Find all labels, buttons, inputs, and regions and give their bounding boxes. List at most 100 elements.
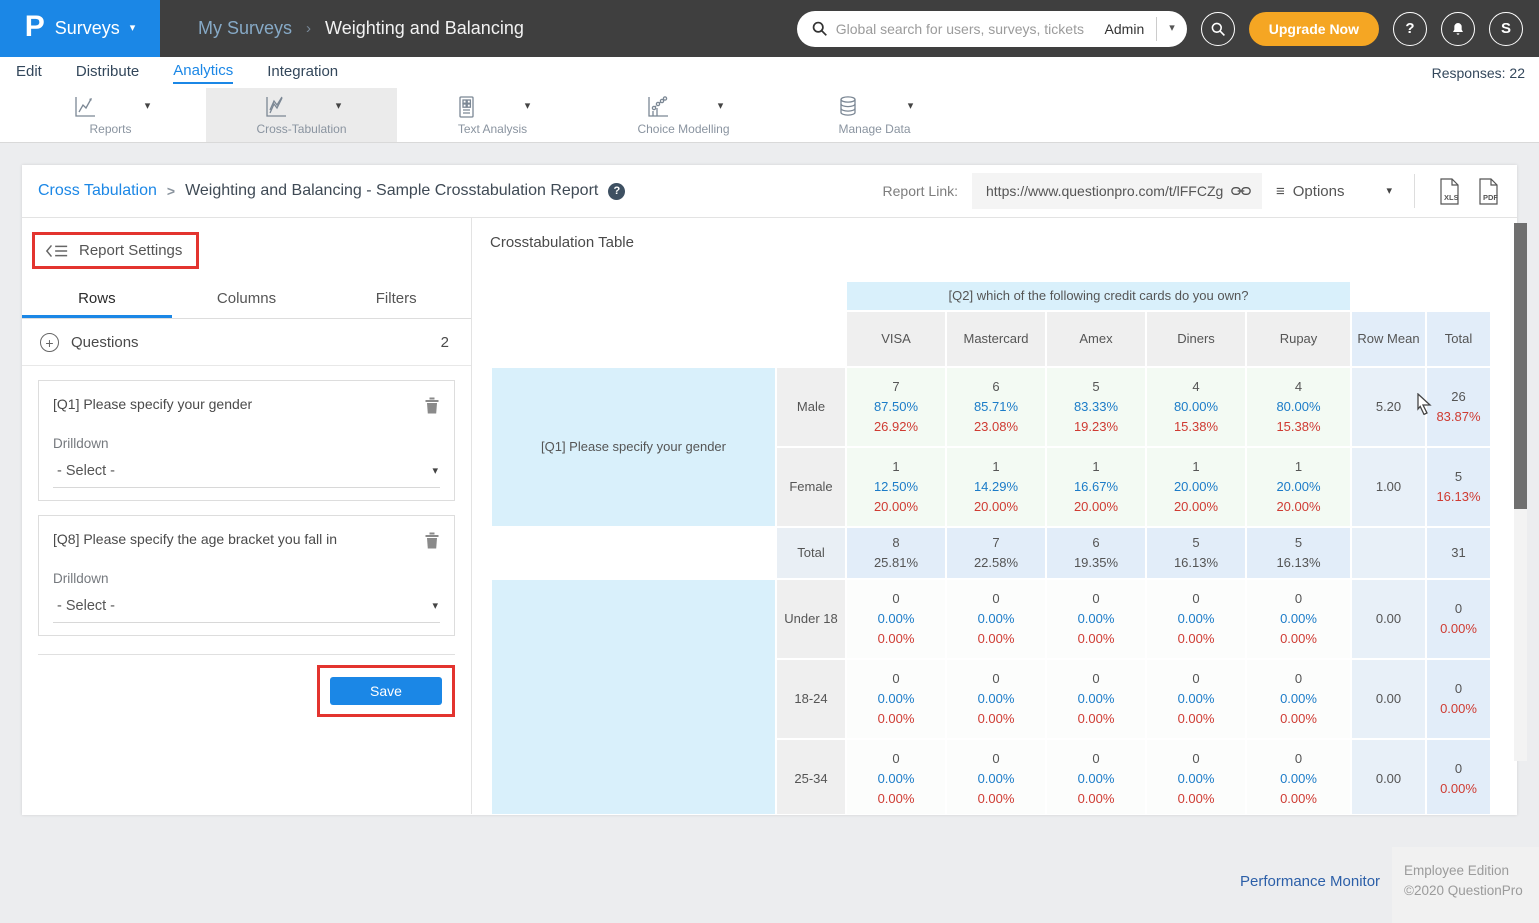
tool-cross-tabulation[interactable]: ▾ Cross-Tabulation — [206, 88, 397, 142]
nav-item-analytics[interactable]: Analytics — [173, 62, 233, 84]
drilldown-select[interactable]: - Select - ▾ — [53, 463, 440, 488]
vertical-scrollbar[interactable] — [1514, 223, 1527, 761]
account-avatar[interactable]: S — [1489, 12, 1523, 46]
cell-value: 87.50% — [847, 397, 945, 417]
tab-filters[interactable]: Filters — [321, 281, 471, 318]
nav-item-edit[interactable]: Edit — [16, 63, 42, 83]
table-cell: 120.00%20.00% — [1146, 447, 1246, 527]
divider — [1414, 174, 1415, 208]
cross-tabulation-link[interactable]: Cross Tabulation — [38, 182, 157, 200]
row-label: 18-24 — [776, 659, 846, 739]
surveys-menu-label: Surveys — [55, 18, 120, 39]
total-cell: 516.13% — [1426, 447, 1491, 527]
link-icon[interactable] — [1231, 184, 1251, 198]
chevron-down-icon[interactable]: ▾ — [336, 101, 342, 112]
export-pdf-button[interactable]: PDF — [1476, 178, 1501, 205]
cell-value: 0.00% — [1147, 629, 1245, 649]
table-cell: 00.00%0.00% — [1246, 659, 1351, 739]
cell-value: 0.00% — [847, 789, 945, 809]
report-link-field[interactable]: https://www.questionpro.com/t/lFFCZg — [972, 173, 1262, 209]
cell-value: 5 — [1047, 377, 1145, 397]
surveys-menu-button[interactable]: P Surveys ▾ — [0, 0, 160, 57]
cell-value: 0 — [1247, 749, 1350, 769]
avatar-initial: S — [1501, 20, 1511, 37]
cell-value: 0 — [947, 749, 1045, 769]
tab-rows[interactable]: Rows — [22, 281, 172, 318]
report-settings-panel: Report Settings Rows Columns Filters + Q… — [22, 218, 472, 814]
cell-value: 20.00% — [947, 497, 1045, 517]
chevron-right-icon: > — [167, 183, 175, 199]
crosstab-table: [Q2] which of the following credit cards… — [490, 280, 1492, 814]
row-label: Total — [776, 527, 846, 579]
column-question-header: [Q2] which of the following credit cards… — [846, 281, 1351, 311]
drilldown-select[interactable]: - Select - ▾ — [53, 598, 440, 623]
analytics-toolbar: ▾ Reports ▾ Cross-Tabulation ▾ Text Anal… — [0, 88, 1539, 143]
delete-question-button[interactable] — [424, 396, 440, 419]
breadcrumb-my-surveys[interactable]: My Surveys — [198, 18, 292, 39]
cell-value: 0 — [1247, 669, 1350, 689]
report-help-icon[interactable]: ? — [608, 183, 625, 200]
row-mean-header: Row Mean — [1351, 311, 1426, 367]
cell-value: 0.00% — [847, 769, 945, 789]
search-scope-label[interactable]: Admin — [1105, 21, 1145, 37]
chevron-down-icon[interactable]: ▾ — [145, 101, 151, 112]
cell-value: 0 — [947, 669, 1045, 689]
search-submit-button[interactable] — [1201, 12, 1235, 46]
chevron-down-icon[interactable]: ▾ — [908, 101, 914, 112]
cell-value: 0.00% — [847, 629, 945, 649]
cell-value: 4 — [1247, 377, 1350, 397]
global-search: Admin ▾ — [797, 11, 1187, 47]
performance-monitor-link[interactable]: Performance Monitor — [1240, 873, 1380, 890]
export-xls-button[interactable]: XLS — [1437, 178, 1462, 205]
cell-value: 0.00% — [1247, 769, 1350, 789]
table-cell: 00.00%0.00% — [1246, 739, 1351, 814]
cell-value: 0.00% — [1147, 769, 1245, 789]
cell-value: 0.00% — [947, 709, 1045, 729]
options-button[interactable]: ≡ Options — [1276, 183, 1344, 200]
cell-value: 0 — [1147, 589, 1245, 609]
edition-info: Employee Edition ©2020 QuestionPro — [1392, 847, 1539, 923]
questions-count: 2 — [441, 334, 449, 351]
tool-reports[interactable]: ▾ Reports — [15, 88, 206, 142]
settings-tabs: Rows Columns Filters — [22, 281, 471, 319]
survey-nav: Edit Distribute Analytics Integration Re… — [0, 57, 1539, 88]
tool-manage-data[interactable]: ▾ Manage Data — [779, 88, 970, 142]
options-caret-icon[interactable]: ▾ — [1386, 186, 1392, 197]
chevron-down-icon[interactable]: ▾ — [525, 101, 531, 112]
cell-value: 5 — [1427, 467, 1490, 487]
help-button[interactable]: ? — [1393, 12, 1427, 46]
table-cell: 787.50%26.92% — [846, 367, 946, 447]
tool-text-analysis[interactable]: ▾ Text Analysis — [397, 88, 588, 142]
save-highlight: Save — [317, 665, 455, 717]
xls-file-icon: XLS — [1437, 178, 1462, 205]
notifications-button[interactable] — [1441, 12, 1475, 46]
report-settings-button[interactable]: Report Settings — [35, 235, 196, 266]
add-question-icon[interactable]: + — [40, 333, 59, 352]
cell-value: 0.00% — [1047, 609, 1145, 629]
questionpro-logo-icon: P — [25, 12, 45, 42]
search-input[interactable] — [836, 21, 1097, 37]
cell-value: 80.00% — [1147, 397, 1245, 417]
nav-item-integration[interactable]: Integration — [267, 63, 338, 83]
drilldown-select-value: - Select - — [57, 463, 432, 479]
scrollbar-thumb[interactable] — [1514, 223, 1527, 509]
delete-question-button[interactable] — [424, 531, 440, 554]
search-scope-caret-icon[interactable]: ▾ — [1169, 23, 1175, 34]
tool-choice-modelling[interactable]: ▾ Choice Modelling — [588, 88, 779, 142]
column-header: Rupay — [1246, 311, 1351, 367]
chevron-down-icon[interactable]: ▾ — [718, 101, 724, 112]
cell-value: 20.00% — [1147, 477, 1245, 497]
question-card-q8: [Q8] Please specify the age bracket you … — [38, 515, 455, 636]
table-cell: 00.00%0.00% — [846, 579, 946, 659]
tool-label: Reports — [89, 122, 131, 136]
spacer-cell — [491, 311, 846, 367]
report-url[interactable]: https://www.questionpro.com/t/lFFCZg — [986, 183, 1223, 199]
cell-value: 23.08% — [947, 417, 1045, 437]
tab-columns[interactable]: Columns — [172, 281, 322, 318]
upgrade-now-button[interactable]: Upgrade Now — [1249, 12, 1379, 46]
cell-value: 0 — [1427, 679, 1490, 699]
table-cell: 00.00%0.00% — [846, 659, 946, 739]
save-button[interactable]: Save — [330, 677, 442, 705]
table-cell: 685.71%23.08% — [946, 367, 1046, 447]
nav-item-distribute[interactable]: Distribute — [76, 63, 139, 83]
